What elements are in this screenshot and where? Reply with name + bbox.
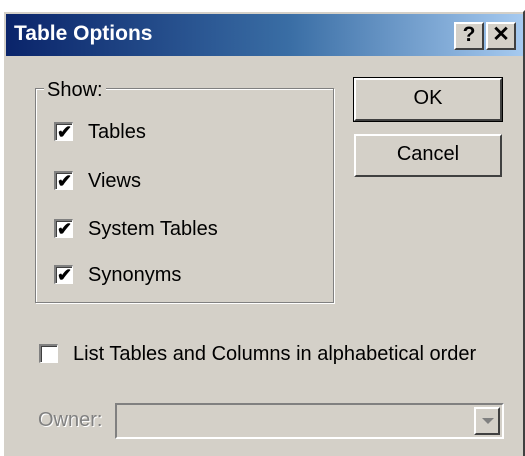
ok-button[interactable]: OK (353, 77, 503, 122)
system-tables-checkbox-label[interactable]: System Tables (88, 217, 218, 241)
help-icon: ? (462, 23, 476, 46)
synonyms-checkbox-label[interactable]: Synonyms (88, 263, 181, 287)
dialog-title: Table Options (14, 22, 153, 45)
check-icon: ✔ (57, 171, 73, 191)
dropdown-arrow-button[interactable] (474, 407, 500, 435)
owner-dropdown[interactable] (115, 403, 504, 439)
synonyms-checkbox-box[interactable]: ✔ (54, 265, 73, 285)
owner-label: Owner: (38, 409, 103, 431)
show-groupbox (35, 88, 334, 303)
tables-checkbox-label[interactable]: Tables (88, 120, 146, 144)
close-icon: ✕ (492, 23, 510, 46)
close-button[interactable]: ✕ (486, 22, 516, 50)
alphabetical-order-label[interactable]: List Tables and Columns in alphabetical … (73, 342, 476, 366)
show-group-legend: Show: (44, 79, 106, 101)
views-checkbox-label[interactable]: Views (88, 169, 141, 193)
help-button[interactable]: ? (454, 22, 484, 50)
alphabetical-order-checkbox-box[interactable] (39, 344, 58, 363)
chevron-down-icon (482, 418, 494, 424)
cancel-button[interactable]: Cancel (354, 134, 502, 177)
check-icon: ✔ (57, 219, 73, 239)
table-options-dialog: Table Options ? ✕ Show: ✔ Tables ✔ Views… (2, 10, 525, 456)
system-tables-checkbox-box[interactable]: ✔ (54, 219, 73, 239)
check-icon: ✔ (57, 122, 73, 142)
tables-checkbox-box[interactable]: ✔ (54, 122, 73, 142)
title-bar[interactable]: Table Options ? ✕ (6, 14, 523, 56)
check-icon: ✔ (57, 265, 73, 285)
views-checkbox-box[interactable]: ✔ (54, 171, 73, 191)
